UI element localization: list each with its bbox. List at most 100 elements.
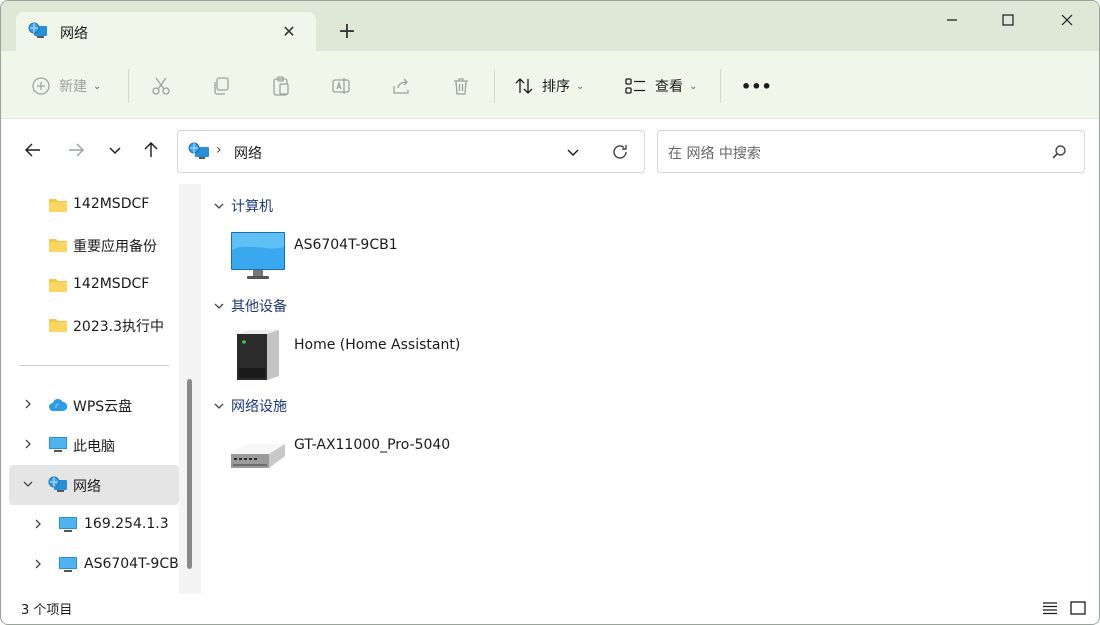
chevron-down-icon[interactable] [564,143,582,161]
more-icon: ••• [741,76,772,96]
group-header-computers[interactable]: 计算机 [213,196,273,216]
view-button[interactable]: 查看 ⌄ [625,71,697,101]
sort-label: 排序 [542,79,570,95]
monitor-icon [59,517,77,532]
sort-icon [515,78,533,94]
chevron-right-icon[interactable] [31,517,45,531]
sidebar-item-label: 此电脑 [73,439,115,455]
scissors-icon [152,77,170,95]
server-icon [237,330,279,380]
sidebar-item-backup[interactable]: 重要应用备份 [9,225,179,265]
status-bar: 3 个项目 [1,594,1099,624]
chevron-right-icon[interactable] [21,397,35,411]
copy-button[interactable] [211,71,231,101]
maximize-icon [1002,14,1014,26]
folder-icon [49,279,67,292]
sidebar-item-as6704t[interactable]: AS6704T-9CB1 [9,545,179,585]
back-button[interactable] [21,140,45,164]
sidebar-item-label: 142MSDCF [73,196,150,212]
arrow-up-icon [144,142,158,157]
group-title: 计算机 [231,199,273,215]
chevron-down-icon: ⌄ [576,80,585,92]
view-label: 查看 [655,79,683,95]
sidebar-item-label: WPS云盘 [73,399,133,415]
item-label: GT-AX11000_Pro-5040 [294,437,451,453]
file-explorer-window: 网络 ✕ + 新建 ⌄ 排序 ⌄ 查看 ⌄ ••• › 网络 在 网络 中搜索 … [0,0,1100,625]
list-item[interactable]: AS6704T-9CB1 [229,228,629,282]
chevron-down-icon [109,147,121,154]
chevron-down-icon: ⌄ [93,80,102,92]
tab-network[interactable]: 网络 ✕ [16,12,316,52]
cloud-icon [49,398,68,411]
minimize-button[interactable] [929,6,975,36]
chevron-down-icon [214,403,224,409]
sidebar-item-network[interactable]: 网络 [9,465,179,505]
forward-button[interactable] [64,140,88,164]
up-button[interactable] [139,140,163,164]
plus-icon[interactable]: + [334,20,360,46]
close-button[interactable] [1044,6,1090,36]
sidebar-item-label: 网络 [73,479,101,495]
item-count: 3 个项目 [21,603,73,618]
address-bar[interactable]: › 网络 [177,130,645,173]
close-tab-icon[interactable]: ✕ [278,21,300,43]
arrow-left-icon [25,143,40,157]
sidebar-item-142msdcf[interactable]: 142MSDCF [9,185,179,225]
refresh-icon[interactable] [610,142,630,162]
group-header-other-devices[interactable]: 其他设备 [213,296,287,316]
sidebar-item-wps-cloud[interactable]: WPS云盘 [9,385,179,425]
breadcrumb[interactable]: 网络 [234,143,262,163]
sort-button[interactable]: 排序 ⌄ [514,71,584,101]
sidebar-item-169-254-1-3[interactable]: 169.254.1.3 [9,505,179,545]
network-icon [188,142,209,159]
sidebar-item-label: AS6704T-9CB1 [84,556,179,572]
maximize-button[interactable] [985,6,1031,36]
sidebar-item-label: 169.254.1.3 [84,516,169,532]
network-icon [48,476,67,492]
sidebar-item-2023-3[interactable]: 2023.3执行中 [9,305,179,345]
share-icon [393,78,409,94]
chevron-right-icon[interactable] [31,557,45,571]
group-header-network-infrastructure[interactable]: 网络设施 [213,396,287,416]
more-options-button[interactable]: ••• [741,71,772,101]
chevron-down-icon [214,303,224,309]
view-icon [625,78,645,94]
rename-button[interactable] [331,71,351,101]
list-item[interactable]: Home (Home Assistant) [229,328,629,382]
toolbar-divider [494,69,495,103]
content-pane: 计算机 AS6704T-9CB1 其他设备 Home (Home Assista… [201,184,1099,594]
arrow-right-icon [69,143,84,157]
chevron-down-icon: ⌄ [689,80,698,92]
network-icon [28,22,47,38]
trash-icon [454,78,468,95]
paste-button[interactable] [271,71,291,101]
search-box[interactable]: 在 网络 中搜索 [657,130,1085,173]
new-label: 新建 [59,79,87,95]
close-icon [1061,14,1073,26]
chevron-right-icon[interactable] [21,437,35,451]
sidebar-item-label: 142MSDCF [73,276,150,292]
cut-button[interactable] [151,71,171,101]
command-bar: 新建 ⌄ 排序 ⌄ 查看 ⌄ ••• [1,51,1099,119]
item-label: Home (Home Assistant) [294,337,461,353]
folder-icon [49,199,67,212]
tiles-view-icon[interactable] [1069,599,1087,617]
sidebar-item-142msdcf-2[interactable]: 142MSDCF [9,265,179,305]
search-placeholder: 在 网络 中搜索 [668,146,761,162]
share-button[interactable] [391,71,411,101]
sidebar-item-this-pc[interactable]: 此电脑 [9,425,179,465]
router-icon [231,444,285,468]
sidebar-divider [19,365,169,366]
details-view-icon[interactable] [1041,599,1059,617]
sidebar-scrollbar-thumb[interactable] [187,379,192,569]
new-button[interactable]: 新建 ⌄ [31,71,101,101]
monitor-icon [231,232,285,279]
list-item[interactable]: GT-AX11000_Pro-5040 [229,428,629,482]
address-row: › 网络 在 网络 中搜索 [1,120,1099,184]
delete-button[interactable] [451,71,471,101]
clipboard-icon [273,76,289,96]
chevron-down-icon[interactable] [21,477,35,491]
recent-locations-button[interactable] [103,140,127,164]
search-icon[interactable] [1050,143,1068,161]
sidebar-item-label: 2023.3执行中 [73,319,164,335]
